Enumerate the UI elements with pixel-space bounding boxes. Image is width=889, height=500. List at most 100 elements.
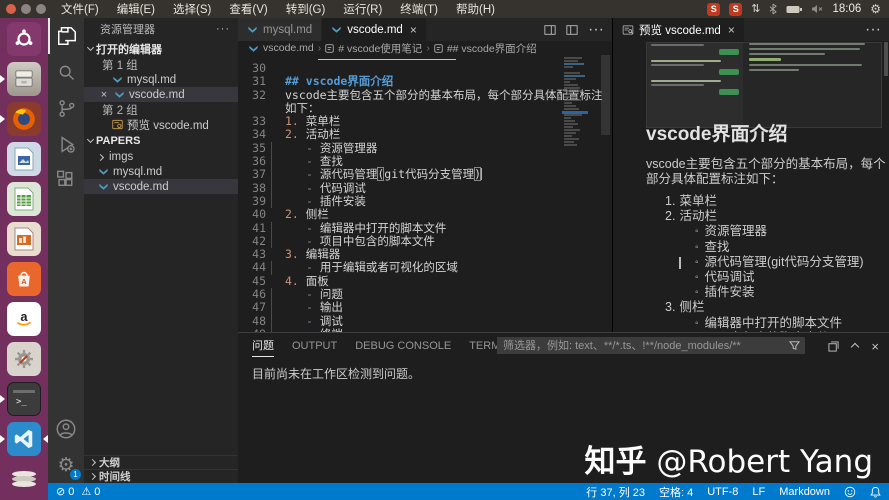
open-editors-section[interactable]: 打开的编辑器 bbox=[84, 40, 238, 57]
list-item: - 插件安装 bbox=[266, 193, 366, 208]
list-dash: - bbox=[306, 220, 320, 235]
sidebar-header: 资源管理器 ··· bbox=[84, 18, 238, 40]
breadcrumb-item[interactable]: # vscode使用笔记 bbox=[338, 41, 422, 56]
encoding[interactable]: UTF-8 bbox=[707, 486, 738, 498]
list-dash: - bbox=[306, 233, 320, 248]
list-text: 插件安装 bbox=[319, 193, 366, 208]
editor-scrollbar[interactable] bbox=[601, 55, 610, 135]
problems-filter-input[interactable] bbox=[497, 337, 805, 354]
breadcrumb-separator: › bbox=[317, 42, 322, 54]
amazon-icon[interactable]: a bbox=[6, 301, 42, 337]
tab-mysql.md[interactable]: mysql.md bbox=[238, 18, 323, 41]
tree-item-vscode.md[interactable]: vscode.md bbox=[84, 179, 238, 194]
tree-item-imgs[interactable]: imgs bbox=[84, 149, 238, 164]
list-item: - 项目中包含的脚本文件 bbox=[266, 233, 435, 248]
open-editor-item[interactable]: mysql.md bbox=[84, 72, 238, 87]
firefox-icon[interactable] bbox=[0, 101, 42, 137]
sogou-input-2[interactable]: S bbox=[729, 2, 743, 16]
system-settings-icon[interactable] bbox=[6, 341, 42, 377]
menu-查看[interactable]: 查看(V) bbox=[222, 0, 274, 18]
menu-编辑[interactable]: 编辑(E) bbox=[110, 0, 162, 18]
code-editor[interactable]: 30 31 ## vscode界面介绍 32 vscode主要包含五个部分的基本布局，每… bbox=[238, 55, 612, 332]
vscode-icon[interactable] bbox=[0, 421, 48, 457]
preview-more-actions-icon[interactable]: ··· bbox=[865, 21, 881, 39]
account-icon[interactable] bbox=[48, 411, 84, 447]
window-close-button[interactable] bbox=[6, 4, 16, 14]
maximize-panel-icon[interactable] bbox=[851, 337, 860, 355]
window-maximize-button[interactable] bbox=[36, 4, 46, 14]
svg-text:>_: >_ bbox=[16, 397, 27, 407]
feedback-icon[interactable] bbox=[844, 486, 856, 498]
software-center-icon[interactable]: A bbox=[6, 261, 42, 297]
explorer-icon[interactable] bbox=[48, 18, 84, 54]
preview-scrollbar[interactable] bbox=[884, 42, 888, 76]
close-icon[interactable]: × bbox=[98, 89, 110, 101]
minimap-line bbox=[564, 144, 577, 146]
toggle-layout-icon[interactable] bbox=[566, 24, 578, 36]
cursor-position[interactable]: 行 37, 列 23 bbox=[586, 484, 645, 500]
close-icon[interactable]: × bbox=[728, 23, 735, 37]
panel-tab-DEBUG CONSOLE[interactable]: DEBUG CONSOLE bbox=[355, 336, 451, 355]
clock[interactable]: 18:06 bbox=[832, 3, 861, 15]
section-大纲[interactable]: 大纲 bbox=[84, 455, 238, 469]
libreoffice-impress-icon[interactable] bbox=[6, 221, 42, 257]
libreoffice-calc-icon[interactable] bbox=[6, 181, 42, 217]
open-editor-item[interactable]: 预览 vscode.md bbox=[84, 117, 238, 132]
notifications-bell-icon[interactable] bbox=[870, 486, 881, 498]
files-icon[interactable] bbox=[0, 61, 42, 97]
battery-icon[interactable] bbox=[786, 5, 803, 14]
close-icon[interactable]: × bbox=[410, 23, 417, 37]
list-number: 3. bbox=[665, 300, 676, 315]
folder-section[interactable]: PAPERS bbox=[84, 132, 238, 149]
preview-tab[interactable]: 预览 vscode.md × bbox=[613, 18, 745, 41]
tab-vscode.md[interactable]: vscode.md × bbox=[322, 18, 427, 41]
run-debug-icon[interactable] bbox=[48, 126, 84, 162]
menu-文件[interactable]: 文件(F) bbox=[54, 0, 106, 18]
breadcrumb[interactable]: vscode.md › # vscode使用笔记 › ## vscode界面介绍 bbox=[238, 41, 612, 55]
open-in-editor-icon[interactable] bbox=[828, 340, 839, 352]
list-text: 编辑器 bbox=[305, 247, 341, 262]
breadcrumb-item[interactable]: vscode.md bbox=[263, 42, 314, 54]
panel-tab-OUTPUT[interactable]: OUTPUT bbox=[292, 336, 337, 355]
source-control-icon[interactable] bbox=[48, 90, 84, 126]
power-icon[interactable]: ⚙ bbox=[870, 3, 881, 15]
minimap[interactable] bbox=[562, 57, 588, 257]
menu-转到[interactable]: 转到(G) bbox=[279, 0, 333, 18]
menu-运行[interactable]: 运行(R) bbox=[336, 0, 389, 18]
terminal-icon[interactable]: >_ bbox=[0, 381, 42, 417]
menu-终端[interactable]: 终端(T) bbox=[393, 0, 445, 18]
tree-item-mysql.md[interactable]: mysql.md bbox=[84, 164, 238, 179]
breadcrumb-item[interactable]: ## vscode界面介绍 bbox=[447, 41, 537, 56]
window-minimize-button[interactable] bbox=[21, 4, 31, 14]
list-item: 2. 活动栏 bbox=[266, 128, 340, 141]
line-number: 46 bbox=[252, 287, 266, 302]
volume-muted-icon[interactable] bbox=[811, 4, 823, 14]
file-label: mysql.md bbox=[127, 73, 177, 86]
close-panel-icon[interactable]: × bbox=[871, 339, 879, 354]
split-editor-icon[interactable] bbox=[544, 24, 556, 36]
section-时间线[interactable]: 时间线 bbox=[84, 469, 238, 483]
open-editor-item[interactable]: × vscode.md bbox=[84, 87, 238, 102]
language-mode[interactable]: Markdown bbox=[779, 486, 830, 498]
eol[interactable]: LF bbox=[752, 486, 765, 498]
collapsed-sections: 大纲 时间线 bbox=[84, 455, 238, 483]
ubuntu-dash-icon[interactable] bbox=[6, 21, 42, 57]
libreoffice-draw-icon[interactable] bbox=[6, 141, 42, 177]
errors-indicator[interactable]: ⊘ 0 ⚠ 0 bbox=[56, 485, 100, 499]
indentation[interactable]: 空格: 4 bbox=[659, 484, 693, 500]
menu-选择[interactable]: 选择(S) bbox=[166, 0, 218, 18]
trash-icon[interactable] bbox=[6, 461, 42, 497]
more-actions-icon[interactable]: ··· bbox=[588, 21, 604, 39]
sogou-input-1[interactable]: S bbox=[707, 2, 721, 16]
sidebar-more-actions-icon[interactable]: ··· bbox=[216, 23, 230, 35]
menu-帮助[interactable]: 帮助(H) bbox=[449, 0, 502, 18]
panel-tab-问题[interactable]: 问题 bbox=[252, 333, 274, 357]
extensions-icon[interactable] bbox=[48, 162, 84, 198]
bluetooth-icon[interactable] bbox=[769, 3, 778, 15]
editor-group[interactable]: mysql.md vscode.md × ··· vscode.md › # vscode… bbox=[238, 18, 612, 332]
preview-tab-bar: 预览 vscode.md × ··· bbox=[613, 18, 889, 41]
search-icon[interactable] bbox=[48, 54, 84, 90]
network-arrows-icon[interactable]: ⇅ bbox=[751, 3, 760, 15]
settings-icon[interactable]: ⚙ 1 bbox=[48, 447, 84, 483]
filter-funnel-icon[interactable] bbox=[789, 340, 800, 351]
